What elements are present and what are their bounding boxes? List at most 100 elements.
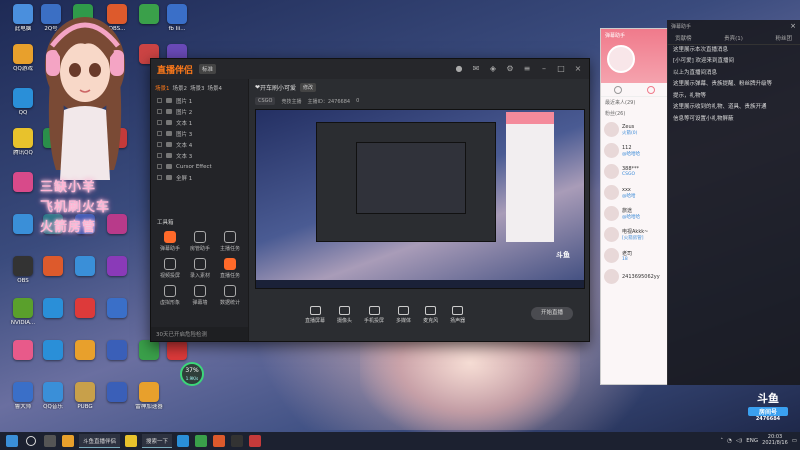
tray-chevron-icon[interactable]: ˄	[720, 438, 723, 444]
danmu-user-row[interactable]: 旅途 @哈哈哈	[601, 203, 667, 224]
control-button[interactable]: 扬声器	[450, 306, 465, 324]
taskbar-app-icon-2[interactable]	[177, 435, 190, 447]
section-fans[interactable]: 粉丝(26)	[601, 108, 667, 119]
desktop-icon[interactable]: 鲁大师	[6, 382, 40, 410]
taskbar-app-search[interactable]: 搜索一下	[142, 434, 173, 448]
taskbar-app-icon-6[interactable]	[249, 435, 262, 447]
tab-fan-club[interactable]: 粉丝团	[775, 34, 792, 42]
desktop-icon[interactable]	[68, 340, 102, 362]
source-item[interactable]: Cursor Effect	[151, 161, 248, 172]
desktop-icon[interactable]	[36, 340, 70, 362]
toolbox-tool[interactable]: 弹幕墙	[185, 285, 215, 306]
desktop-icon[interactable]	[100, 214, 134, 236]
category-pill[interactable]: CSGO	[255, 97, 276, 105]
toolbox-tool[interactable]: 直播任务	[215, 258, 245, 279]
desktop-icon[interactable]: fb Iii...	[160, 4, 194, 32]
source-item[interactable]: 文本 1	[151, 117, 248, 128]
desktop-icon[interactable]	[68, 256, 102, 278]
settings-icon[interactable]: ⚙	[505, 64, 515, 74]
desktop-icon[interactable]	[6, 172, 40, 194]
control-button[interactable]: 手机投屏	[364, 306, 384, 324]
desktop-icon[interactable]: OBS	[6, 256, 40, 284]
visibility-toggle[interactable]	[157, 109, 162, 114]
taskbar-app-icon-5[interactable]	[231, 435, 244, 447]
desktop-icon[interactable]: 腾讯QQ	[6, 128, 40, 156]
desktop-icon[interactable]: NVIDIA...	[6, 298, 40, 326]
desktop-icon[interactable]	[6, 340, 40, 362]
source-item[interactable]: 全屏 1	[151, 172, 248, 183]
tray-language[interactable]: ENG	[746, 438, 758, 444]
danmu-user-row[interactable]: 老司 18	[601, 245, 667, 266]
desktop-icon[interactable]	[100, 340, 134, 362]
close-icon[interactable]: ×	[573, 64, 583, 74]
danmu-user-row[interactable]: Zeus 火箭(0)	[601, 119, 667, 140]
visibility-toggle[interactable]	[157, 153, 162, 158]
danmu-user-row[interactable]: xxx @哈哈	[601, 182, 667, 203]
scene-tab-1[interactable]: 场景1	[155, 84, 170, 92]
tray-network-icon[interactable]: ◔	[727, 438, 732, 444]
home-tab-icon[interactable]	[613, 85, 622, 94]
visibility-toggle[interactable]	[157, 120, 162, 125]
desktop-icon[interactable]	[100, 256, 134, 278]
desktop-icon[interactable]	[100, 298, 134, 320]
taskbar-app-icon-4[interactable]	[213, 435, 226, 447]
tab-vip[interactable]: 贵宾(1)	[724, 34, 743, 42]
minimize-icon[interactable]: –	[539, 64, 549, 74]
scene-tab-4[interactable]: 场景4	[208, 84, 223, 92]
desktop-icon[interactable]	[68, 298, 102, 320]
danmu-user-row[interactable]: 388*** CSGO	[601, 161, 667, 182]
control-button[interactable]: 直播屏幕	[305, 306, 325, 324]
toolbox-tool[interactable]: 虚拟形象	[155, 285, 185, 306]
tray-volume-icon[interactable]: ◁)	[736, 438, 742, 444]
desktop-icon[interactable]	[160, 340, 194, 362]
source-item[interactable]: 文本 4	[151, 139, 248, 150]
desktop-icon[interactable]: 雷神加速器	[132, 382, 166, 410]
danmu-user-row[interactable]: 电视Akkk~ [火箭房管]	[601, 224, 667, 245]
notification-icon[interactable]: ▭	[792, 438, 797, 444]
source-item[interactable]: 图片 2	[151, 106, 248, 117]
scene-tab-2[interactable]: 场景2	[173, 84, 188, 92]
desktop-icon[interactable]	[100, 382, 134, 404]
toolbox-tool[interactable]: 视频投屏	[155, 258, 185, 279]
source-item[interactable]: 文本 3	[151, 150, 248, 161]
user-avatar-icon[interactable]: ●	[454, 64, 464, 74]
overlay-close-icon[interactable]: ×	[790, 22, 796, 30]
danmu-user-row[interactable]: 112 @哈哈哈	[601, 140, 667, 161]
skin-icon[interactable]: ◈	[488, 64, 498, 74]
visibility-toggle[interactable]	[157, 131, 162, 136]
desktop-icon[interactable]: QQ	[6, 88, 40, 116]
toolbox-tool[interactable]: 录入素材	[185, 258, 215, 279]
menu-icon[interactable]: ≡	[522, 64, 532, 74]
taskbar-app-icon-3[interactable]	[195, 435, 208, 447]
desktop-icon[interactable]	[6, 214, 40, 236]
maximize-icon[interactable]: □	[556, 64, 566, 74]
source-item[interactable]: 图片 1	[151, 95, 248, 106]
toolbox-tool[interactable]: 数据统计	[215, 285, 245, 306]
tab-contribution[interactable]: 贡献榜	[675, 34, 692, 42]
visibility-toggle[interactable]	[157, 98, 162, 103]
danmu-user-row[interactable]: 2413695062yy	[601, 266, 667, 287]
section-recent[interactable]: 最近来人(29)	[601, 97, 667, 108]
visibility-toggle[interactable]	[157, 175, 162, 180]
toolbox-tool[interactable]: 房管助手	[185, 231, 215, 252]
start-live-button[interactable]: 开始直播	[531, 307, 573, 320]
file-explorer-icon[interactable]	[62, 435, 74, 447]
start-menu-icon[interactable]	[6, 435, 18, 447]
message-icon[interactable]: ✉	[471, 64, 481, 74]
taskbar-app-streaming[interactable]: 斗鱼直播伴侣	[79, 434, 121, 448]
desktop-icon[interactable]	[36, 298, 70, 320]
user-tab-icon[interactable]	[646, 85, 655, 94]
desktop-icon[interactable]	[36, 256, 70, 278]
search-icon[interactable]	[26, 436, 36, 446]
desktop-icon[interactable]: QQ音乐	[36, 382, 70, 410]
control-button[interactable]: 麦克风	[423, 306, 438, 324]
control-button[interactable]: 摄像头	[337, 306, 352, 324]
desktop-icon[interactable]: PUBG	[68, 382, 102, 410]
taskbar-app-icon-1[interactable]	[125, 435, 138, 447]
source-item[interactable]: 图片 3	[151, 128, 248, 139]
desktop-icon[interactable]: QQ游戏	[6, 44, 40, 72]
toolbox-tool[interactable]: 弹幕助手	[155, 231, 185, 252]
visibility-toggle[interactable]	[157, 164, 162, 169]
visibility-toggle[interactable]	[157, 142, 162, 147]
control-button[interactable]: 多媒体	[396, 306, 411, 324]
